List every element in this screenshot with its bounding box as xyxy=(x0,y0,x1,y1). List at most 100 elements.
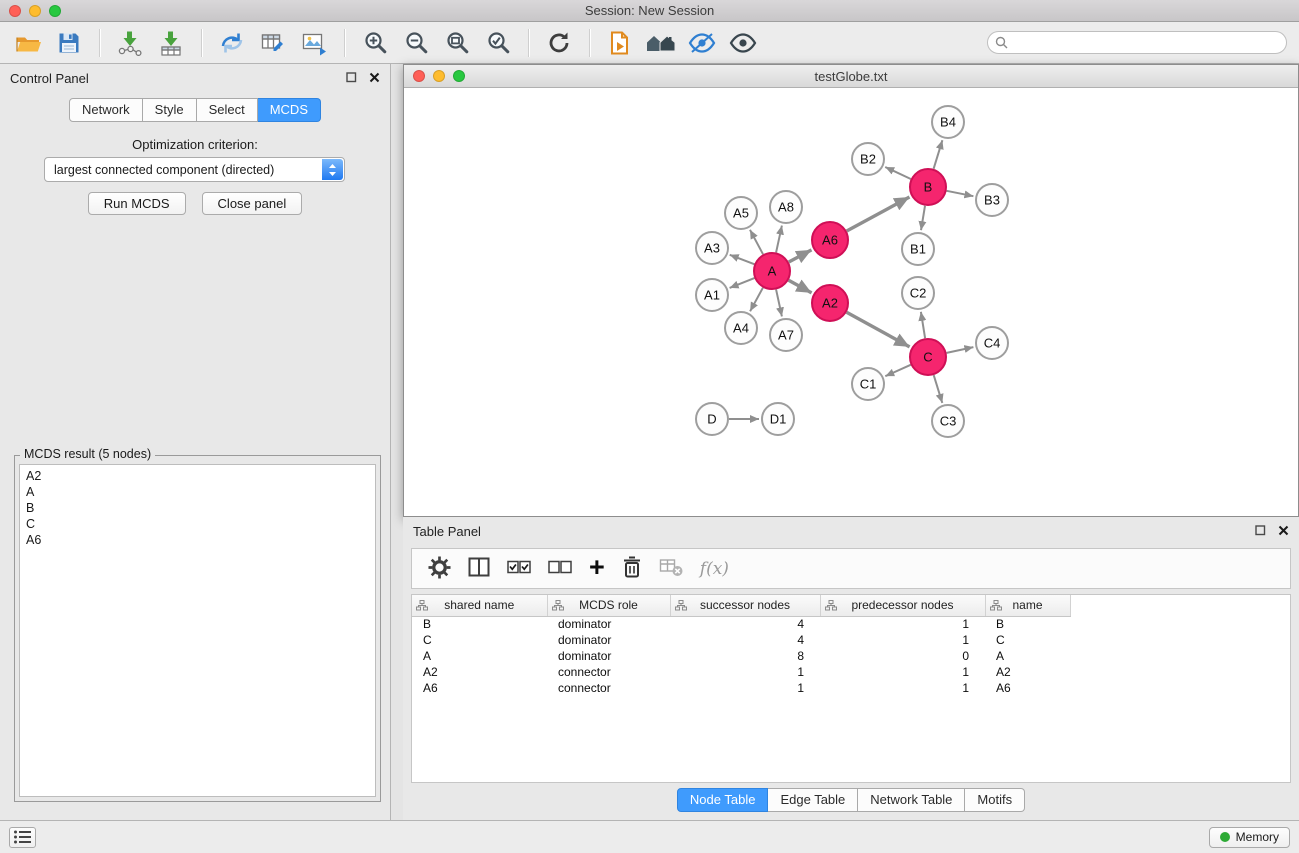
node-A7[interactable]: A7 xyxy=(770,319,802,351)
import-network-file-button[interactable] xyxy=(114,27,146,59)
search-input[interactable] xyxy=(987,31,1287,54)
table-cell[interactable]: A6 xyxy=(985,680,1070,696)
table-cell[interactable]: A2 xyxy=(985,664,1070,680)
zoom-selected-button[interactable] xyxy=(482,27,514,59)
tab-motifs[interactable]: Motifs xyxy=(965,788,1025,812)
unselect-all-button[interactable] xyxy=(548,559,572,578)
export-image-button[interactable] xyxy=(298,27,330,59)
edge-A-A7[interactable] xyxy=(776,290,782,317)
table-cell[interactable]: dominator xyxy=(547,616,670,632)
show-hide-graphics-button[interactable] xyxy=(727,27,759,59)
table-row[interactable]: A6connector11A6 xyxy=(412,680,1070,696)
table-cell[interactable]: 8 xyxy=(670,648,820,664)
column-management-button[interactable] xyxy=(468,557,490,580)
node-A2[interactable]: A2 xyxy=(812,285,848,321)
minimize-window-button[interactable] xyxy=(29,5,41,17)
column-header-predecessor-nodes[interactable]: predecessor nodes xyxy=(820,595,985,616)
table-cell[interactable]: A xyxy=(985,648,1070,664)
edge-A6-B[interactable] xyxy=(847,197,910,231)
delete-table-button[interactable] xyxy=(659,557,683,580)
column-header-successor-nodes[interactable]: successor nodes xyxy=(670,595,820,616)
node-C3[interactable]: C3 xyxy=(932,405,964,437)
table-cell[interactable]: 1 xyxy=(670,680,820,696)
table-settings-button[interactable] xyxy=(428,556,451,582)
zoom-fit-button[interactable] xyxy=(441,27,473,59)
table-cell[interactable]: dominator xyxy=(547,632,670,648)
close-panel-icon[interactable] xyxy=(1278,524,1289,539)
node-A3[interactable]: A3 xyxy=(696,232,728,264)
optimization-criterion-dropdown[interactable]: largest connected component (directed) xyxy=(44,157,345,182)
table-cell[interactable]: 1 xyxy=(820,680,985,696)
zoom-window-button[interactable] xyxy=(49,5,61,17)
zoom-in-button[interactable] xyxy=(359,27,391,59)
column-header-shared-name[interactable]: shared name xyxy=(412,595,547,616)
table-cell[interactable]: A6 xyxy=(412,680,547,696)
table-cell[interactable]: 1 xyxy=(820,616,985,632)
close-window-button[interactable] xyxy=(9,5,21,17)
node-A8[interactable]: A8 xyxy=(770,191,802,223)
import-table-file-button[interactable] xyxy=(155,27,187,59)
node-B1[interactable]: B1 xyxy=(902,233,934,265)
minimize-network-window-button[interactable] xyxy=(433,70,445,82)
edge-B-B3[interactable] xyxy=(947,191,974,196)
edge-A-A2[interactable] xyxy=(789,280,812,293)
home-view-button[interactable] xyxy=(645,27,677,59)
memory-button[interactable]: Memory xyxy=(1209,827,1290,848)
table-cell[interactable]: 0 xyxy=(820,648,985,664)
task-history-button[interactable] xyxy=(9,827,36,848)
edge-A2-C[interactable] xyxy=(847,312,910,347)
close-network-window-button[interactable] xyxy=(413,70,425,82)
table-cell[interactable]: connector xyxy=(547,680,670,696)
function-builder-button[interactable]: f(x) xyxy=(700,559,729,579)
zoom-network-window-button[interactable] xyxy=(453,70,465,82)
open-session-button[interactable] xyxy=(12,27,44,59)
node-B4[interactable]: B4 xyxy=(932,106,964,138)
table-cell[interactable]: B xyxy=(412,616,547,632)
table-cell[interactable]: C xyxy=(412,632,547,648)
table-cell[interactable]: connector xyxy=(547,664,670,680)
tab-node-table[interactable]: Node Table xyxy=(677,788,769,812)
table-row[interactable]: Cdominator41C xyxy=(412,632,1070,648)
float-panel-icon[interactable] xyxy=(1255,524,1266,539)
edge-B-B1[interactable] xyxy=(921,206,925,230)
add-column-button[interactable]: + xyxy=(589,557,605,577)
mcds-result-item[interactable]: B xyxy=(26,500,369,516)
node-C2[interactable]: C2 xyxy=(902,277,934,309)
edge-A-A8[interactable] xyxy=(776,226,782,253)
node-C1[interactable]: C1 xyxy=(852,368,884,400)
table-cell[interactable]: A2 xyxy=(412,664,547,680)
table-cell[interactable]: B xyxy=(985,616,1070,632)
zoom-out-button[interactable] xyxy=(400,27,432,59)
mcds-result-list[interactable]: A2ABCA6 xyxy=(19,464,376,797)
edge-A-A6[interactable] xyxy=(789,250,812,262)
node-A4[interactable]: A4 xyxy=(725,312,757,344)
table-cell[interactable]: dominator xyxy=(547,648,670,664)
node-C4[interactable]: C4 xyxy=(976,327,1008,359)
network-collection-button[interactable] xyxy=(216,27,248,59)
mcds-result-item[interactable]: C xyxy=(26,516,369,532)
column-header-MCDS-role[interactable]: MCDS role xyxy=(547,595,670,616)
node-C[interactable]: C xyxy=(910,339,946,375)
tab-style[interactable]: Style xyxy=(143,98,197,122)
select-all-button[interactable] xyxy=(507,559,531,578)
tab-mcds[interactable]: MCDS xyxy=(258,98,321,122)
annotation-button[interactable] xyxy=(604,27,636,59)
table-cell[interactable]: C xyxy=(985,632,1070,648)
edit-network-table-button[interactable] xyxy=(257,27,289,59)
mcds-result-item[interactable]: A6 xyxy=(26,532,369,548)
edge-B-B4[interactable] xyxy=(934,140,943,169)
table-cell[interactable]: 4 xyxy=(670,616,820,632)
edge-A-A4[interactable] xyxy=(750,288,763,312)
table-cell[interactable]: 1 xyxy=(820,632,985,648)
network-window-titlebar[interactable]: testGlobe.txt xyxy=(404,65,1298,88)
tab-network-table[interactable]: Network Table xyxy=(858,788,965,812)
tab-select[interactable]: Select xyxy=(197,98,258,122)
node-A5[interactable]: A5 xyxy=(725,197,757,229)
style-preview-button[interactable] xyxy=(686,27,718,59)
node-D[interactable]: D xyxy=(696,403,728,435)
network-canvas[interactable]: B4B2BB3A5A8A6A3B1AC2A1A2A4A7C4CC1C3DD1 xyxy=(404,89,1298,516)
table-cell[interactable]: 1 xyxy=(820,664,985,680)
close-panel-icon[interactable] xyxy=(369,71,380,86)
edge-C-C4[interactable] xyxy=(947,347,974,353)
table-row[interactable]: Bdominator41B xyxy=(412,616,1070,632)
